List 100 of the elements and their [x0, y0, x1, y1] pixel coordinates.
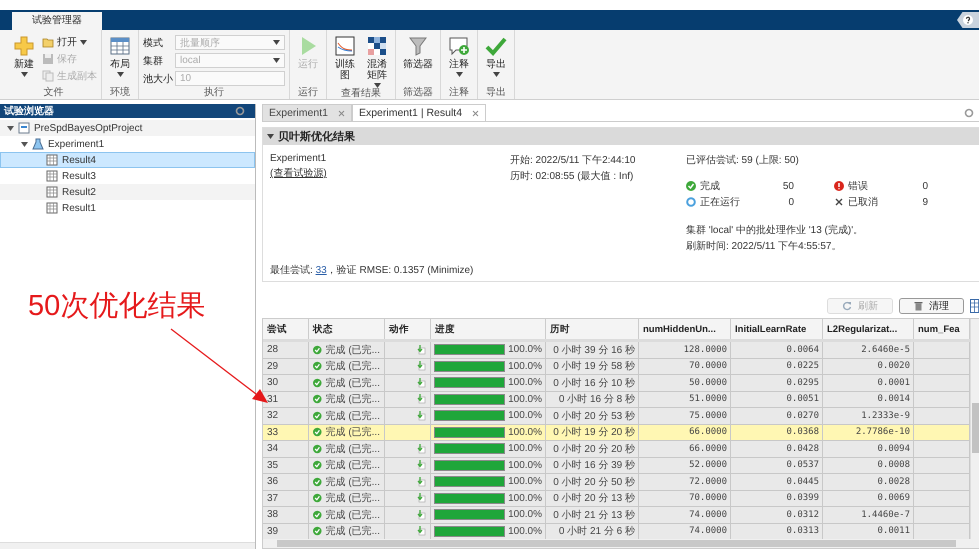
progress-text: 100.0% [508, 509, 542, 520]
comment-icon [448, 35, 470, 57]
settings-icon[interactable] [235, 106, 245, 116]
table-row[interactable]: 28 完成 (已完... 100.0% 0 小时 39 分 16 秒 128.0000 0.0064 2.6460e-5 [263, 342, 970, 358]
tree-item[interactable]: Result2 [0, 184, 255, 200]
table-row[interactable]: 35 完成 (已完... 100.0% 0 小时 16 分 39 秒 52.0000 0.0537 0.0008 [263, 458, 970, 474]
column-header[interactable]: L2Regularizat... [823, 319, 914, 339]
check-icon [313, 378, 322, 388]
column-header[interactable]: 历时 [546, 319, 639, 339]
table-row[interactable]: 31 完成 (已完... 100.0% 0 小时 16 分 8 秒 51.0000 0.0051 0.0014 [263, 392, 970, 408]
table-row[interactable]: 32 完成 (已完... 100.0% 0 小时 20 分 53 秒 75.0000 0.0270 1.2333e-9 [263, 408, 970, 424]
status-count: 50 [782, 180, 794, 192]
table-row[interactable]: 30 完成 (已完... 100.0% 0 小时 16 分 10 秒 50.0000 0.0295 0.0001 [263, 375, 970, 392]
progress-text: 100.0% [508, 492, 542, 504]
download-icon[interactable] [416, 493, 426, 504]
section-header[interactable]: 贝叶斯优化结果 [263, 128, 979, 145]
start-time: 开始: 2022/5/11 下午2:44:10 [510, 154, 636, 167]
progress-text: 100.0% [508, 377, 542, 388]
column-header[interactable]: numHiddenUn... [639, 319, 731, 339]
field-label: 集群 [143, 54, 164, 68]
status-text: 完成 (已完... [326, 524, 380, 538]
download-icon[interactable] [416, 410, 426, 421]
status-count: 9 [921, 196, 928, 208]
check-icon [686, 181, 696, 191]
tree-item[interactable]: Result3 [0, 168, 255, 184]
ribbon-button[interactable]: 注释 [445, 35, 473, 77]
check-icon [313, 344, 322, 355]
download-icon[interactable] [416, 444, 426, 454]
table-row[interactable]: 29 完成 (已完... 100.0% 0 小时 19 分 58 秒 70.0000 0.0225 0.0020 [263, 358, 970, 375]
download-icon[interactable] [416, 394, 426, 404]
expand-icon[interactable] [7, 124, 14, 132]
error-icon [834, 181, 844, 191]
tree-item[interactable]: Result1 [0, 200, 255, 216]
table-row[interactable]: 38 完成 (已完... 100.0% 0 小时 21 分 13 秒 74.0000 0.0312 1.4460e-7 [263, 507, 970, 524]
progress-text: 100.0% [508, 476, 542, 488]
ribbon-button[interactable]: 新建 [10, 35, 38, 77]
close-icon[interactable] [338, 110, 345, 116]
table-icon [46, 170, 58, 182]
expand-icon[interactable] [21, 140, 28, 148]
progress-text: 100.0% [508, 526, 542, 537]
progress-text: 100.0% [508, 460, 542, 471]
progress-text: 100.0% [508, 410, 542, 422]
column-header[interactable]: InitialLearnRate [731, 319, 823, 339]
check-icon [313, 410, 322, 421]
check-icon [485, 35, 507, 57]
column-header[interactable]: 尝试 [263, 319, 309, 339]
status-text: 完成 (已完... [326, 410, 380, 423]
download-icon[interactable] [416, 476, 426, 487]
ribbon-button[interactable]: 混淆矩阵 [363, 35, 391, 88]
table-row[interactable]: 36 完成 (已完... 100.0% 0 小时 20 分 50 秒 72.0000 0.0445 0.0028 [263, 474, 970, 490]
status-label: 已取消 [848, 196, 879, 209]
scrollbar[interactable] [263, 539, 979, 548]
status-text: 完成 (已完... [326, 442, 380, 456]
tree-item[interactable]: PreSpdBayesOptProject [0, 120, 255, 136]
tree-item[interactable]: Experiment1 [0, 136, 255, 152]
ribbon-button[interactable]: 打开 [42, 35, 97, 49]
folder-icon [42, 36, 54, 48]
table-icon [109, 35, 131, 57]
table-row[interactable]: 37 完成 (已完... 100.0% 0 小时 20 分 13 秒 70.0000 0.0399 0.0069 [263, 490, 970, 507]
table-row[interactable]: 39 完成 (已完... 100.0% 0 小时 21 分 6 秒 74.0000 0.0313 0.0011 [263, 524, 970, 539]
toolbar-button[interactable]: 清理 [899, 298, 964, 314]
column-header[interactable]: 进度 [431, 319, 546, 339]
download-icon[interactable] [416, 361, 426, 372]
settings-icon[interactable] [964, 108, 974, 118]
table-row[interactable]: 33 完成 (已完... 100.0% 0 小时 19 分 20 秒 66.0000 0.0368 2.7786e-10 [263, 424, 970, 441]
ribbon-tab[interactable]: 试验管理器 [12, 12, 102, 30]
trial-link[interactable]: 33 [316, 265, 327, 276]
ribbon-button[interactable]: 训练图 [331, 35, 359, 81]
project-icon [18, 122, 30, 134]
experiment-name: Experiment1 [270, 153, 328, 164]
download-icon[interactable] [416, 510, 426, 520]
check-icon [313, 476, 322, 487]
tree-item[interactable]: Result4 [0, 152, 255, 168]
help-button[interactable] [957, 12, 979, 28]
download-icon[interactable] [416, 378, 426, 388]
column-header[interactable]: 状态 [309, 319, 385, 339]
group-label: 文件 [42, 87, 64, 99]
status-text: 完成 (已完... [326, 458, 380, 472]
download-icon[interactable] [416, 344, 426, 355]
document-tab[interactable]: Experiment1 [262, 104, 352, 121]
scrollbar[interactable] [0, 542, 255, 549]
ribbon-button[interactable]: 导出 [482, 35, 510, 77]
field-label: 模式 [143, 36, 164, 50]
ribbon-button[interactable]: 布局 [106, 35, 134, 77]
status-text: 完成 (已完... [326, 376, 380, 390]
evaluated-count: 已评估尝试: 59 (上限: 50) [686, 154, 800, 167]
document-tab[interactable]: Experiment1 | Result4 [352, 104, 486, 121]
status-text: 完成 (已完... [326, 392, 380, 406]
column-header[interactable]: 动作 [385, 319, 431, 339]
download-icon[interactable] [416, 526, 426, 536]
line-chart-icon [334, 35, 356, 57]
source-link[interactable]: (查看试验源) [270, 166, 510, 180]
close-icon[interactable] [472, 110, 480, 116]
elapsed-time: 历时: 02:08:55 (最大值 : Inf) [510, 170, 634, 183]
status-label: 错误 [848, 180, 869, 193]
download-icon[interactable] [416, 460, 426, 470]
ribbon-button[interactable]: 筛选器 [400, 35, 436, 70]
table-row[interactable]: 34 完成 (已完... 100.0% 0 小时 20 分 20 秒 66.0000 0.0428 0.0094 [263, 441, 970, 458]
scrollbar[interactable] [970, 319, 979, 539]
table-icon [46, 186, 58, 198]
